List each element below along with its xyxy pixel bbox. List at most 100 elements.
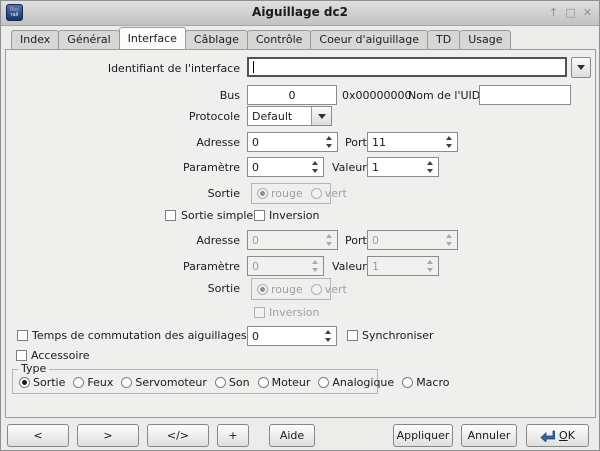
ok-label-rest: K — [568, 429, 575, 442]
close-button[interactable]: ✕ — [580, 5, 595, 20]
type-radio-son[interactable]: Son — [215, 376, 250, 389]
type-radio-moteur[interactable]: Moteur — [258, 376, 311, 389]
single-output-label: Sortie simple — [181, 209, 253, 222]
spinner-down-icon[interactable] — [446, 144, 452, 148]
address1-spinner[interactable]: 0 — [247, 132, 338, 152]
spinner-up-icon — [427, 260, 433, 264]
protocol-value: Default — [248, 107, 311, 125]
inversion2-label: Inversion — [269, 306, 320, 319]
address2-value: 0 — [252, 234, 323, 247]
titlebar: Roc rail Aiguillage dc2 ↑ □ ✕ — [1, 1, 599, 26]
address1-label: Adresse — [196, 136, 240, 149]
tab-td[interactable]: TD — [427, 30, 460, 50]
inversion1-checkbox[interactable] — [254, 210, 265, 221]
add-button[interactable]: + — [217, 424, 249, 447]
next-button[interactable]: > — [77, 424, 139, 447]
output1-radio-vert[interactable]: vert — [311, 187, 347, 200]
chevron-down-icon — [577, 65, 585, 70]
protocol-dropdown-button[interactable] — [311, 107, 331, 125]
type-radio-servomoteur[interactable]: Servomoteur — [121, 376, 207, 389]
output1-radio-rouge[interactable]: rouge — [257, 187, 303, 200]
spinner-up-icon[interactable] — [326, 136, 332, 140]
tab-usage[interactable]: Usage — [459, 30, 511, 50]
type-radio-feux[interactable]: Feux — [73, 376, 113, 389]
close-icon: ✕ — [583, 6, 592, 19]
accessory-checkbox[interactable] — [16, 350, 27, 361]
spinner-up-icon[interactable] — [325, 330, 331, 334]
radio-icon — [311, 284, 322, 295]
output2-vert-label: vert — [325, 283, 347, 296]
type-radio-sortie[interactable]: Sortie — [19, 376, 65, 389]
ok-label-mnemonic: O — [559, 429, 568, 442]
maximize-button[interactable]: □ — [563, 5, 578, 20]
prev-button[interactable]: < — [7, 424, 69, 447]
output2-rouge-label: rouge — [271, 283, 303, 296]
output2-group: rouge vert — [251, 278, 331, 300]
tab-general[interactable]: Général — [58, 30, 119, 50]
output1-group: rouge vert — [251, 183, 331, 204]
tab-index[interactable]: Index — [11, 30, 59, 50]
port1-spinner[interactable]: 11 — [367, 132, 458, 152]
switch-time-checkbox[interactable] — [17, 330, 28, 341]
accessory-label: Accessoire — [31, 349, 90, 362]
tab-cablage[interactable]: Câblage — [185, 30, 248, 50]
switch-time-value: 0 — [252, 330, 322, 343]
output1-vert-label: vert — [325, 187, 347, 200]
port2-label: Port — [345, 234, 367, 247]
radio-icon — [19, 377, 30, 388]
spinner-up-icon[interactable] — [446, 136, 452, 140]
port1-value: 11 — [372, 136, 443, 149]
spinner-down-icon[interactable] — [326, 144, 332, 148]
help-button[interactable]: Aide — [269, 424, 315, 447]
radio-icon — [311, 188, 322, 199]
interface-id-dropdown-button[interactable] — [571, 57, 591, 78]
ok-button[interactable]: OK — [526, 424, 589, 447]
param2-spinner: 0 — [247, 256, 324, 276]
inversion2-checkbox — [254, 307, 265, 318]
address2-spinner: 0 — [247, 230, 338, 250]
bus-label: Bus — [220, 89, 240, 102]
cancel-button[interactable]: Annuler — [461, 424, 517, 447]
interface-id-label: Identifiant de l'interface — [108, 62, 240, 75]
spinner-down-icon[interactable] — [312, 169, 318, 173]
interface-id-input[interactable] — [247, 57, 567, 77]
tab-interface[interactable]: Interface — [119, 27, 186, 50]
type-radio-analogique[interactable]: Analogique — [318, 376, 394, 389]
tab-bar: Index Général Interface Câblage Contrôle… — [11, 27, 510, 50]
address1-value: 0 — [252, 136, 323, 149]
spinner-down-icon[interactable] — [427, 169, 433, 173]
param1-value: 0 — [252, 161, 309, 174]
apply-button[interactable]: Appliquer — [393, 424, 453, 447]
spinner-up-icon[interactable] — [427, 161, 433, 165]
param1-spinner[interactable]: 0 — [247, 157, 324, 177]
port1-label: Port — [345, 136, 367, 149]
protocol-combobox[interactable]: Default — [247, 106, 332, 126]
switch-time-spinner[interactable]: 0 — [247, 326, 337, 346]
ok-return-icon — [540, 430, 555, 442]
window-title: Aiguillage dc2 — [1, 5, 599, 19]
type-radio-macro[interactable]: Macro — [402, 376, 449, 389]
spinner-down-icon — [312, 268, 318, 272]
shade-button[interactable]: ↑ — [546, 5, 561, 20]
single-output-checkbox[interactable] — [165, 210, 176, 221]
param2-value: 0 — [252, 260, 309, 273]
param2-label: Paramètre — [183, 260, 240, 273]
tab-coeur-aiguillage[interactable]: Coeur d'aiguillage — [310, 30, 428, 50]
radio-icon — [73, 377, 84, 388]
synchronize-checkbox[interactable] — [347, 330, 358, 341]
bus-input[interactable]: 0 — [247, 85, 337, 105]
value1-spinner[interactable]: 1 — [367, 157, 439, 177]
radio-icon — [258, 377, 269, 388]
type-group-legend: Type — [18, 362, 49, 375]
port2-spinner: 0 — [367, 230, 458, 250]
uid-name-input[interactable] — [479, 85, 571, 105]
tab-controle[interactable]: Contrôle — [247, 30, 312, 50]
value1-value: 1 — [372, 161, 424, 174]
type-son-label: Son — [229, 376, 250, 389]
inversion1-label: Inversion — [269, 209, 320, 222]
radio-icon — [121, 377, 132, 388]
spinner-down-icon[interactable] — [325, 338, 331, 342]
bus-value: 0 — [289, 89, 296, 102]
spinner-up-icon[interactable] — [312, 161, 318, 165]
code-view-button[interactable]: </> — [147, 424, 209, 447]
